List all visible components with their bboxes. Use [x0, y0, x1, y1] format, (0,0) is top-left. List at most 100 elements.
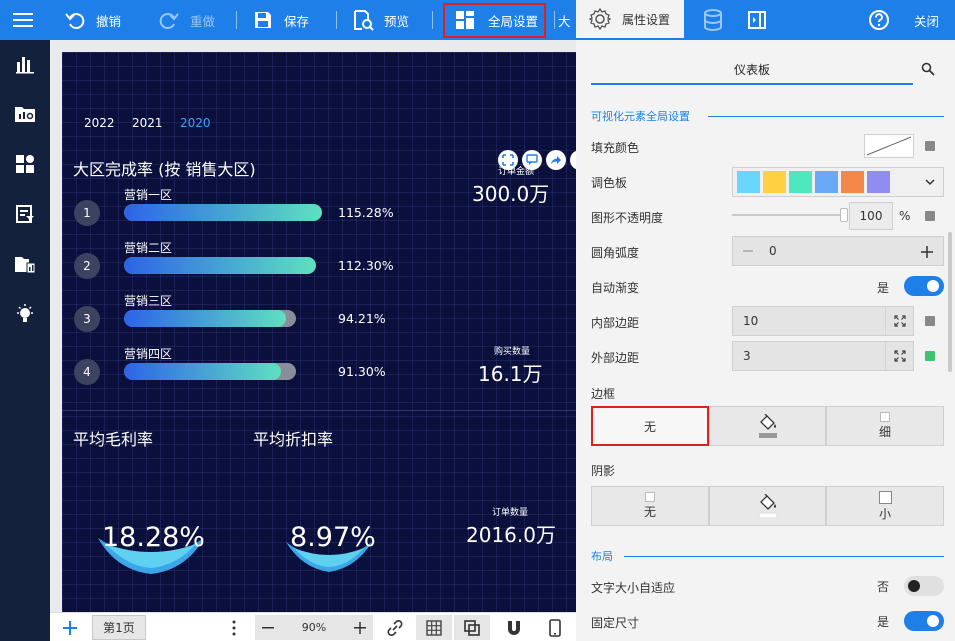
region-bar-fill [124, 310, 286, 327]
tab-properties[interactable]: 属性设置 [576, 0, 684, 40]
tab-dashboard[interactable]: 仪表板 [591, 55, 913, 85]
palette-swatch [789, 171, 812, 193]
fixed-size-toggle[interactable] [904, 611, 944, 631]
outer-padding-input[interactable]: 3 [732, 341, 914, 371]
font-auto-toggle[interactable] [904, 576, 944, 596]
opacity-reset-icon[interactable] [925, 211, 935, 221]
data-source-button[interactable] [702, 0, 734, 40]
region-bar-track [124, 257, 316, 274]
inner-padding-indicator[interactable] [925, 316, 935, 326]
bottom-toolbar: 第1页 90% [50, 612, 576, 641]
border-thin-button[interactable]: 细 [826, 406, 944, 446]
auto-gradient-toggle[interactable] [904, 276, 944, 296]
panel-toggle-button[interactable] [746, 0, 778, 40]
gross-margin-value: 18.28% [102, 522, 205, 553]
paint-bucket-icon [758, 414, 777, 438]
zoom-out-button[interactable] [255, 621, 281, 635]
plus-icon [921, 246, 933, 258]
year-tab-2020[interactable]: 2020 [180, 116, 211, 130]
minus-icon [262, 626, 274, 628]
stat-value-order-count: 2016.0万 [466, 523, 556, 547]
radius-value: 0 [769, 244, 777, 258]
report-folder-icon[interactable] [13, 252, 37, 276]
palette-swatch [763, 171, 786, 193]
add-page-button[interactable] [58, 613, 82, 641]
auto-gradient-value: 是 [877, 281, 890, 295]
palette-select[interactable] [732, 167, 944, 197]
close-button[interactable]: 关闭 [914, 0, 939, 40]
shadow-none-button[interactable]: 无 [591, 486, 709, 526]
lightbulb-icon[interactable] [13, 302, 37, 326]
shadow-color-button[interactable] [709, 486, 826, 526]
page-tab-1[interactable]: 第1页 [92, 615, 146, 640]
undo-button[interactable]: 撤销 [64, 0, 121, 40]
outer-padding-label: 外部边距 [591, 351, 640, 365]
left-sidebar [0, 40, 50, 641]
layers-button[interactable] [454, 615, 490, 640]
year-tab-2022[interactable]: 2022 [84, 116, 115, 130]
save-button[interactable]: 保存 [252, 0, 309, 40]
opacity-slider-handle[interactable] [840, 208, 848, 222]
section-global-title: 可视化元素全局设置 [591, 110, 690, 123]
bar-chart-icon[interactable] [13, 52, 37, 76]
section-layout-title: 布局 [591, 550, 613, 563]
fill-color-swatch[interactable] [864, 134, 914, 158]
zoom-in-button[interactable] [347, 621, 373, 635]
data-folder-icon[interactable] [13, 102, 37, 126]
components-grid-icon[interactable] [13, 152, 37, 176]
font-auto-value: 否 [877, 580, 890, 594]
palette-swatch [737, 171, 760, 193]
link-button[interactable] [382, 613, 408, 641]
border-none-button[interactable]: 无 [591, 406, 709, 446]
redo-button[interactable]: 重做 [158, 0, 215, 40]
opacity-input[interactable]: 100 [849, 202, 893, 230]
region-bar-fill [124, 363, 281, 380]
truncated-toolbar-item[interactable]: 大 [558, 0, 571, 40]
magnet-icon [508, 620, 520, 635]
stat-label-order-count: 订单数量 [491, 508, 528, 518]
expand-arrows-icon[interactable] [885, 307, 913, 335]
help-button[interactable] [868, 0, 900, 40]
border-color-button[interactable] [709, 406, 826, 446]
font-auto-label: 文字大小自适应 [591, 581, 676, 595]
menu-button[interactable] [12, 0, 44, 40]
rank-badge: 2 [74, 253, 100, 279]
toolbar-divider [336, 11, 337, 29]
section-line [624, 556, 944, 557]
expand-arrows-icon[interactable] [885, 342, 913, 370]
grid-toggle-button[interactable] [416, 615, 452, 640]
magnet-button[interactable] [500, 613, 528, 641]
stat-label-order-amount: 订单金额 [497, 167, 534, 177]
properties-panel: 仪表板 可视化元素全局设置 填充颜色 调色板 图形不透明度 100 % 圆角弧度… [576, 40, 955, 641]
search-icon[interactable] [921, 62, 935, 79]
panel-scrollbar[interactable] [948, 232, 952, 372]
palette-label: 调色板 [591, 176, 628, 190]
outer-padding-indicator[interactable] [925, 351, 935, 361]
properties-label: 属性设置 [622, 12, 671, 27]
fill-color-reset-icon[interactable] [925, 141, 935, 151]
filter-form-icon[interactable] [13, 202, 37, 226]
top-toolbar: 撤销 重做 保存 预览 全局设置 大 属性设置 关闭 [0, 0, 955, 40]
mobile-view-button[interactable] [542, 613, 568, 641]
region-pct: 94.21% [338, 311, 386, 326]
radius-stepper[interactable]: 0 [732, 236, 944, 266]
shadow-small-button[interactable]: 小 [826, 486, 944, 526]
section-divider [62, 410, 576, 411]
plus-icon [354, 621, 366, 634]
toolbar-divider [554, 11, 555, 29]
auto-gradient-label: 自动渐变 [591, 281, 640, 295]
fixed-size-label: 固定尺寸 [591, 616, 640, 630]
canvas-area: 2022 2021 2020 大区完成率 (按 销售大区) 1 营销一区 115.2… [50, 40, 576, 612]
inner-padding-input[interactable]: 10 [732, 306, 914, 336]
rank-badge: 4 [74, 359, 100, 385]
inner-padding-value: 10 [743, 314, 759, 328]
preview-button[interactable]: 预览 [352, 0, 409, 40]
stat-value-purchase-qty: 16.1万 [478, 362, 543, 386]
rank-badge: 3 [74, 306, 100, 332]
year-tab-2021[interactable]: 2021 [132, 116, 163, 130]
opacity-slider-track[interactable] [732, 208, 848, 222]
palette-swatch [841, 171, 864, 193]
region-pct: 91.30% [338, 364, 386, 379]
page-more-button[interactable] [226, 613, 242, 641]
hamburger-icon [12, 9, 34, 31]
